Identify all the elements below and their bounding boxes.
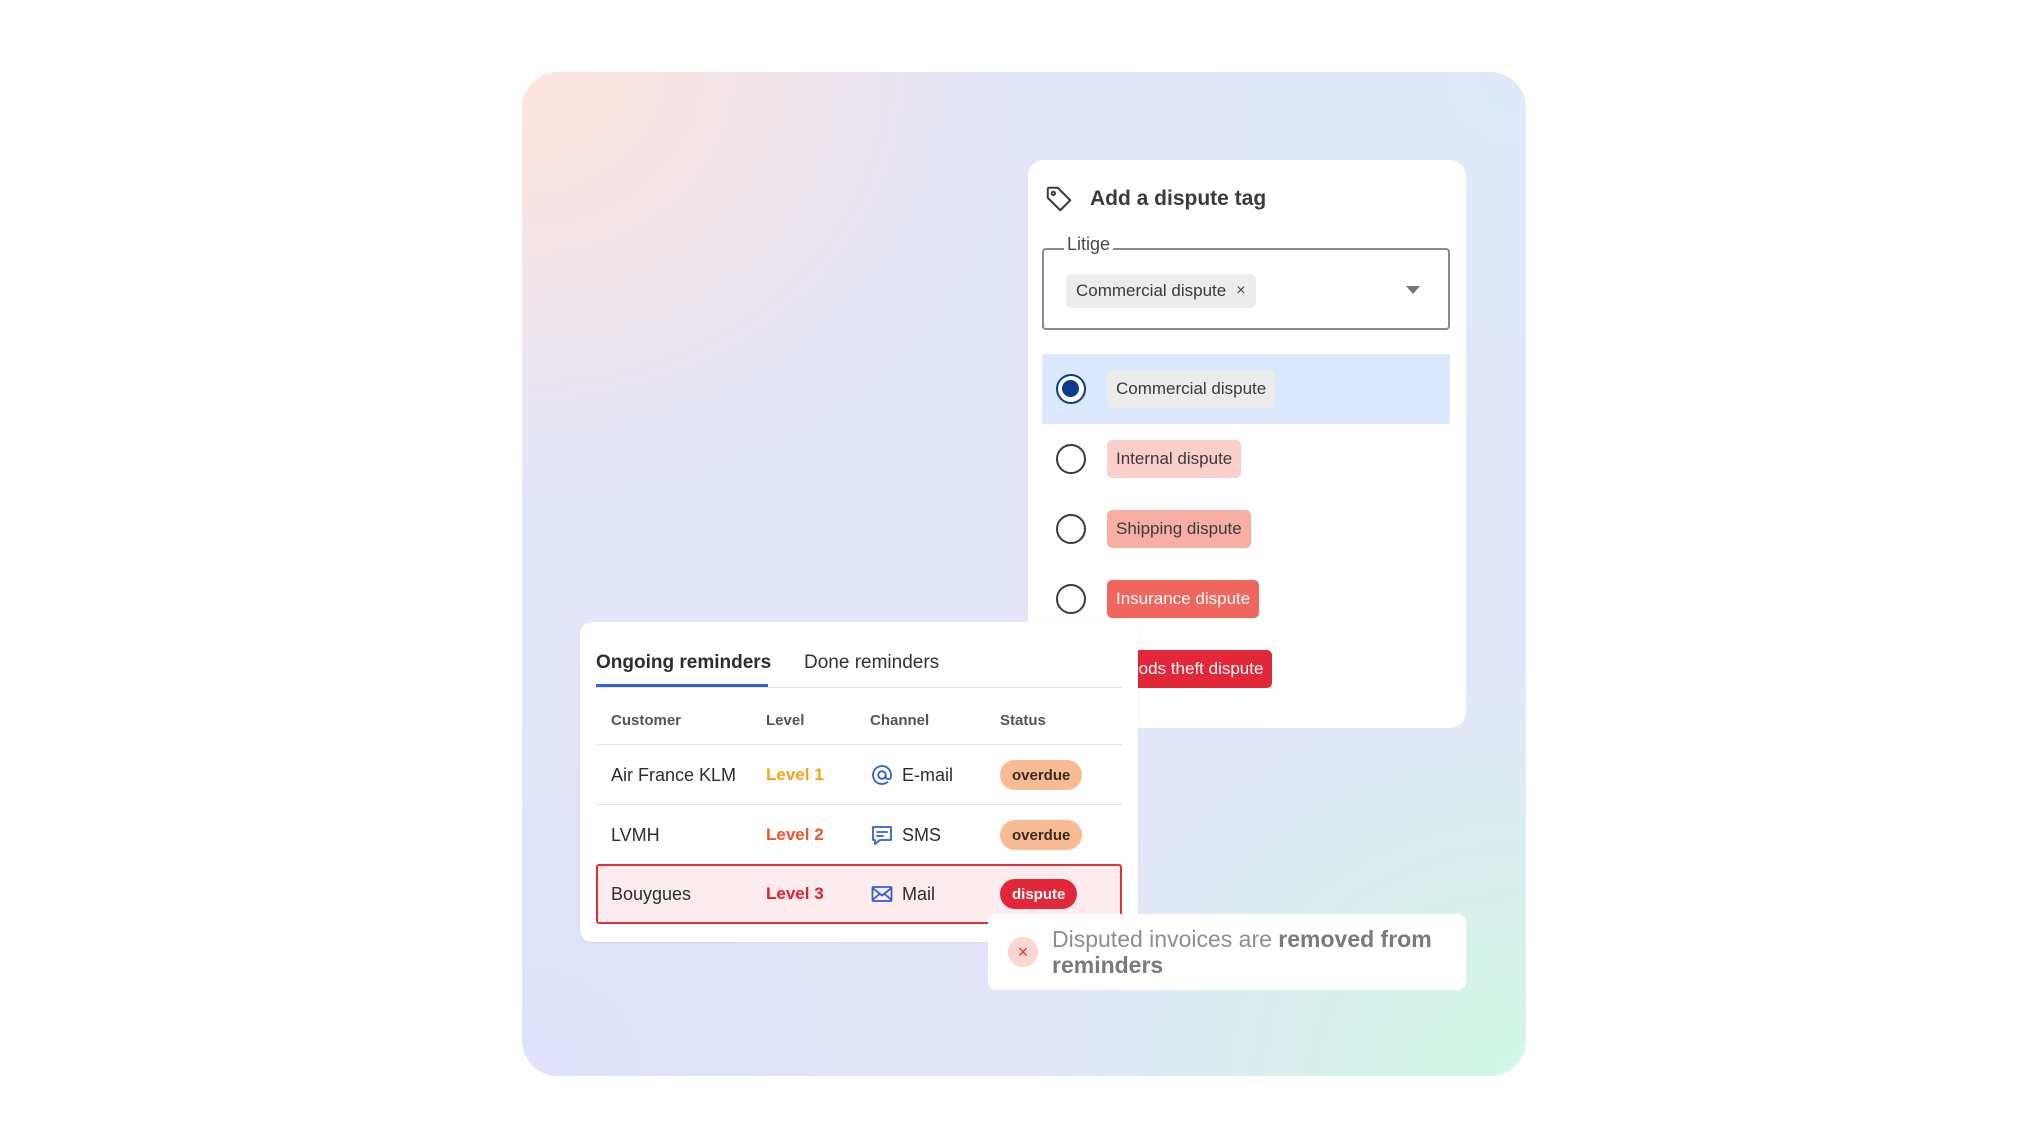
table-row[interactable]: Air France KLM Level 1 E-mail overdue: [596, 744, 1122, 804]
reminder-tabs: Ongoing reminders Done reminders: [596, 652, 1122, 688]
tab-ongoing-reminders[interactable]: Ongoing reminders: [596, 652, 771, 674]
status-badge: dispute: [1000, 879, 1078, 909]
selected-tag-chip: Commercial dispute ×: [1066, 274, 1256, 308]
status-cell: overdue: [1000, 805, 1083, 865]
channel-label: SMS: [902, 824, 942, 845]
customer-cell: Air France KLM: [611, 764, 737, 785]
channel-label: E-mail: [902, 764, 954, 785]
option-label: Insurance dispute: [1107, 580, 1260, 618]
option-label: Commercial dispute: [1107, 370, 1276, 408]
level-cell: Level 3: [766, 884, 824, 903]
close-icon[interactable]: ×: [1008, 937, 1038, 967]
dispute-select[interactable]: Litige Commercial dispute ×: [1042, 234, 1450, 330]
channel-cell: E-mail: [870, 745, 953, 805]
tab-done-reminders[interactable]: Done reminders: [804, 652, 939, 674]
option-shipping-dispute[interactable]: Shipping dispute: [1042, 494, 1450, 564]
radio-button[interactable]: [1056, 444, 1086, 474]
tag-icon: [1046, 186, 1072, 212]
caret-down-icon[interactable]: [1406, 286, 1420, 294]
active-tab-indicator: [596, 684, 768, 687]
chip-remove-icon[interactable]: ×: [1236, 282, 1245, 300]
radio-button[interactable]: [1056, 514, 1086, 544]
at-icon: [872, 765, 892, 785]
dispute-tag-header: Add a dispute tag: [1044, 184, 1266, 214]
mail-icon: [871, 886, 893, 902]
status-cell: overdue: [1000, 745, 1083, 805]
channel-label: Mail: [902, 883, 936, 904]
dispute-tag-title: Add a dispute tag: [1090, 187, 1267, 210]
channel-cell: Mail: [870, 864, 935, 924]
column-header-level: Level: [766, 712, 805, 729]
level-cell: Level 1: [766, 765, 824, 784]
info-toast: × Disputed invoices are removed from rem…: [988, 914, 1466, 990]
option-commercial-dispute[interactable]: Commercial dispute: [1042, 354, 1450, 424]
column-header-customer: Customer: [611, 712, 682, 729]
customer-cell: Bouygues: [611, 883, 692, 904]
toast-message: Disputed invoices are removed from remin…: [1052, 926, 1466, 978]
option-label: Internal dispute: [1107, 440, 1242, 478]
column-header-channel: Channel: [870, 712, 930, 729]
reminders-card: Ongoing reminders Done reminders Custome…: [580, 622, 1138, 942]
select-label: Litige: [1064, 234, 1114, 255]
channel-cell: SMS: [870, 805, 941, 865]
level-cell: Level 2: [766, 825, 824, 844]
status-badge: overdue: [1000, 820, 1083, 850]
toast-text-plain: Disputed invoices are: [1052, 926, 1279, 952]
chip-label: Commercial dispute: [1076, 281, 1227, 300]
radio-button[interactable]: [1056, 584, 1086, 614]
chat-icon: [872, 826, 892, 845]
radio-button[interactable]: [1056, 374, 1086, 404]
option-internal-dispute[interactable]: Internal dispute: [1042, 424, 1450, 494]
column-header-status: Status: [1000, 712, 1046, 729]
table-row[interactable]: LVMH Level 2 SMS overdue: [596, 804, 1122, 864]
customer-cell: LVMH: [611, 824, 660, 845]
status-badge: overdue: [1000, 760, 1083, 790]
option-label: Shipping dispute: [1107, 510, 1251, 548]
